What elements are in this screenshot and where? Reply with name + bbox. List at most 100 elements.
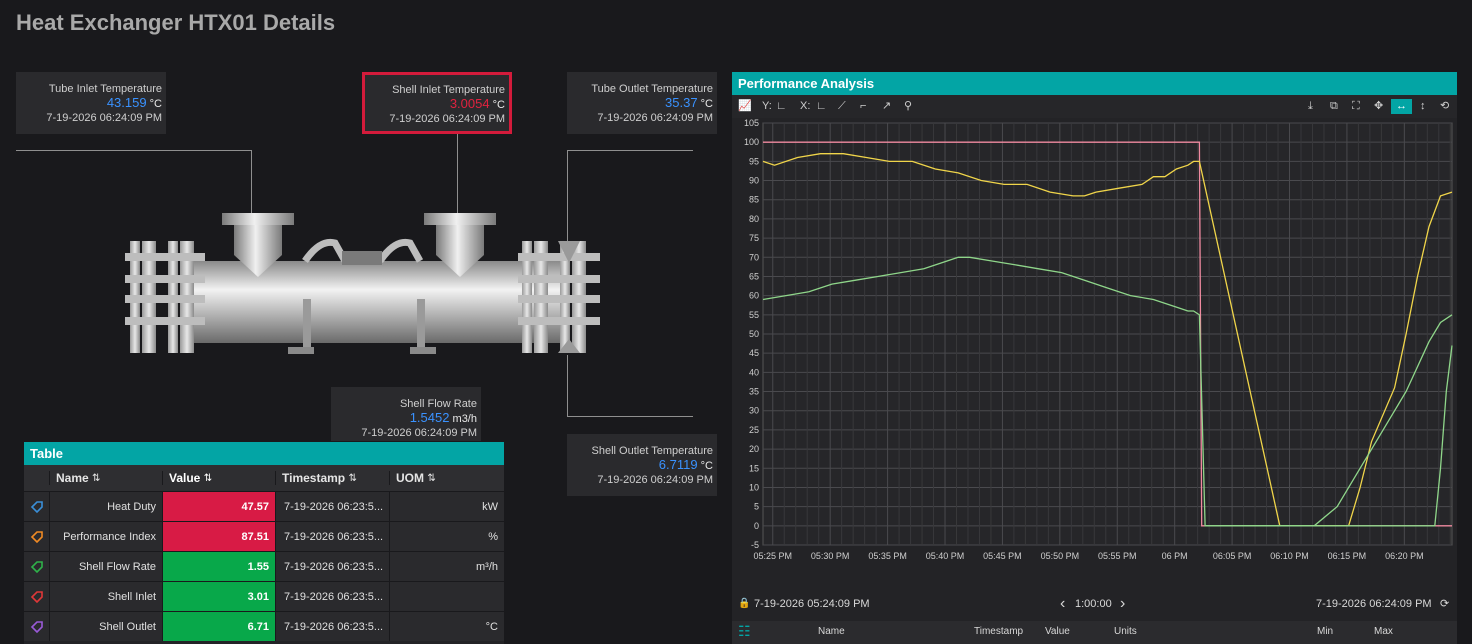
y-tick-label: 100 [744, 137, 759, 147]
chart-type-icon[interactable]: 📈 [738, 99, 752, 114]
callout-timestamp: 7-19-2026 06:24:09 PM [46, 112, 162, 124]
table-title: Table [30, 446, 63, 461]
connector-line [567, 416, 693, 417]
callout-unit: m3/h [452, 413, 477, 425]
y-axis-mode-icon[interactable]: ∟ [776, 99, 787, 114]
callout-timestamp: 7-19-2026 06:24:09 PM [361, 427, 477, 439]
callout-label: Tube Inlet Temperature [48, 83, 162, 95]
vertical-zoom-icon[interactable]: ↕ [1420, 99, 1426, 114]
y-tick-label: -5 [751, 540, 759, 550]
fullscreen-icon[interactable]: ⛶ [1352, 99, 1360, 114]
table-row[interactable]: Heat Duty 47.57 7-19-2026 06:23:5... kW [24, 491, 504, 521]
uom-column-header[interactable]: UOM ⇅ [389, 471, 504, 485]
column-label: UOM [396, 471, 424, 485]
connector-line [16, 150, 252, 151]
y-tick-label: 75 [749, 233, 759, 243]
y-tick-label: 10 [749, 482, 759, 492]
connector-line [457, 133, 458, 215]
y-axis-label: Y: [762, 100, 772, 112]
legend-col-name[interactable]: Name [818, 626, 845, 637]
x-axis-mode-icon[interactable]: ∟ [816, 99, 827, 114]
legend-col-value[interactable]: Value [1045, 626, 1070, 637]
y-tick-label: 0 [754, 521, 759, 531]
download-icon[interactable]: ⤓ [1308, 99, 1313, 114]
callout-value: 35.37 [665, 95, 698, 110]
tube-inlet-callout[interactable]: Tube Inlet Temperature 43.159 °C 7-19-20… [16, 72, 166, 134]
row-timestamp: 7-19-2026 06:23:5... [275, 612, 389, 641]
value-column-header[interactable]: Value ⇅ [162, 471, 275, 485]
callout-value: 1.5452 [409, 410, 450, 425]
autoscale-icon[interactable]: ↗ [882, 99, 891, 114]
x-tick-label: 06:10 PM [1270, 551, 1309, 561]
x-tick-label: 06:15 PM [1328, 551, 1367, 561]
row-value: 6.71 [162, 612, 275, 641]
legend-col-max[interactable]: Max [1374, 626, 1393, 637]
trend-panel-header: Performance Analysis [732, 72, 1457, 95]
baseline-icon[interactable]: ⌐ [860, 99, 866, 114]
callout-timestamp: 7-19-2026 06:24:09 PM [597, 112, 713, 124]
next-period-icon[interactable]: › [1120, 595, 1125, 613]
horizontal-zoom-icon[interactable]: ↔ [1391, 99, 1412, 114]
x-tick-label: 05:45 PM [983, 551, 1022, 561]
sort-icon: ⇅ [348, 472, 357, 484]
table-row[interactable]: Shell Flow Rate 1.55 7-19-2026 06:23:5... m… [24, 551, 504, 581]
x-tick-label: 06 PM [1162, 551, 1188, 561]
sort-icon: ⇅ [427, 472, 436, 484]
callout-unit: °C [700, 460, 713, 472]
callout-value: 3.0054 [449, 96, 490, 111]
tag-icon [24, 612, 49, 641]
legend-col-timestamp[interactable]: Timestamp [974, 626, 1023, 637]
callout-label: Shell Outlet Temperature [591, 445, 713, 457]
page-title: Heat Exchanger HTX01 Details [16, 10, 336, 35]
column-label: Timestamp [282, 471, 346, 485]
lock-icon[interactable]: 🔒 [738, 598, 750, 609]
x-tick-label: 05:30 PM [811, 551, 850, 561]
callout-value: 6.7119 [658, 457, 698, 472]
table-row[interactable]: Performance Index 87.51 7-19-2026 06:23:5.… [24, 521, 504, 551]
legend-col-units[interactable]: Units [1114, 626, 1137, 637]
row-value: 3.01 [162, 582, 275, 611]
table-row[interactable]: Shell Outlet 6.71 7-19-2026 06:23:5... °C [24, 611, 504, 641]
sort-icon: ⇅ [203, 472, 213, 484]
tag-icon [24, 522, 49, 551]
callout-timestamp: 7-19-2026 06:24:09 PM [597, 474, 713, 486]
name-column-header[interactable]: Name ⇅ [49, 471, 162, 485]
row-name: Shell Outlet [49, 612, 162, 641]
table-row[interactable]: Shell Inlet 3.01 7-19-2026 06:23:5... [24, 581, 504, 611]
tube-outlet-callout[interactable]: Tube Outlet Temperature 35.37 °C 7-19-20… [567, 72, 717, 134]
y-tick-label: 5 [754, 502, 759, 512]
legend-settings-icon[interactable]: ☷ [738, 623, 751, 640]
live-icon[interactable]: ⟳ [1440, 597, 1449, 610]
row-uom: m³/h [389, 552, 504, 581]
y-tick-label: 50 [749, 329, 759, 339]
reset-icon[interactable]: ⟲ [1440, 99, 1449, 114]
callout-unit: °C [149, 98, 162, 110]
tag-icon [24, 492, 49, 521]
timestamp-column-header[interactable]: Timestamp ⇅ [275, 471, 389, 485]
shell-flow-callout[interactable]: Shell Flow Rate 1.5452 m3/h 7-19-2026 06… [331, 387, 481, 441]
y-tick-label: 20 [749, 444, 759, 454]
row-value: 1.55 [162, 552, 275, 581]
link-icon[interactable]: ⚲ [904, 99, 912, 114]
y-tick-label: 90 [749, 176, 759, 186]
column-label: Name [56, 471, 89, 485]
sort-icon: ⇅ [92, 472, 101, 484]
y-tick-label: 55 [749, 310, 759, 320]
shell-outlet-callout[interactable]: Shell Outlet Temperature 6.7119 °C 7-19-… [567, 434, 717, 496]
previous-period-icon[interactable]: ‹ [1060, 595, 1065, 613]
pan-icon[interactable]: ✥ [1374, 99, 1383, 114]
trend-option-icon[interactable]: ⟋ [838, 99, 846, 114]
performance-chart[interactable]: -5 0 5 10 15 20 25 30 35 40 45 50 55 60 65 70 75 80 85 90 95… [732, 118, 1457, 588]
trend-toolbar: 📈 Y: ∟ X: ∟ ⟋ ⌐ ↗ ⚲ ⤓ ⧉ ⛶ ✥ ↔ ↕ ⟲ [732, 95, 1457, 118]
callout-value: 43.159 [106, 95, 147, 110]
y-tick-label: 95 [749, 156, 759, 166]
row-uom: kW [389, 492, 504, 521]
time-span[interactable]: 1:00:00 [1075, 598, 1112, 610]
start-time: 7-19-2026 05:24:09 PM [754, 598, 870, 610]
legend-col-min[interactable]: Min [1317, 626, 1333, 637]
trend-title: Performance Analysis [738, 76, 875, 91]
row-value: 47.57 [162, 492, 275, 521]
shell-inlet-callout[interactable]: Shell Inlet Temperature 3.0054 °C 7-19-2… [362, 72, 512, 134]
tag-icon [24, 582, 49, 611]
copy-icon[interactable]: ⧉ [1330, 99, 1338, 114]
